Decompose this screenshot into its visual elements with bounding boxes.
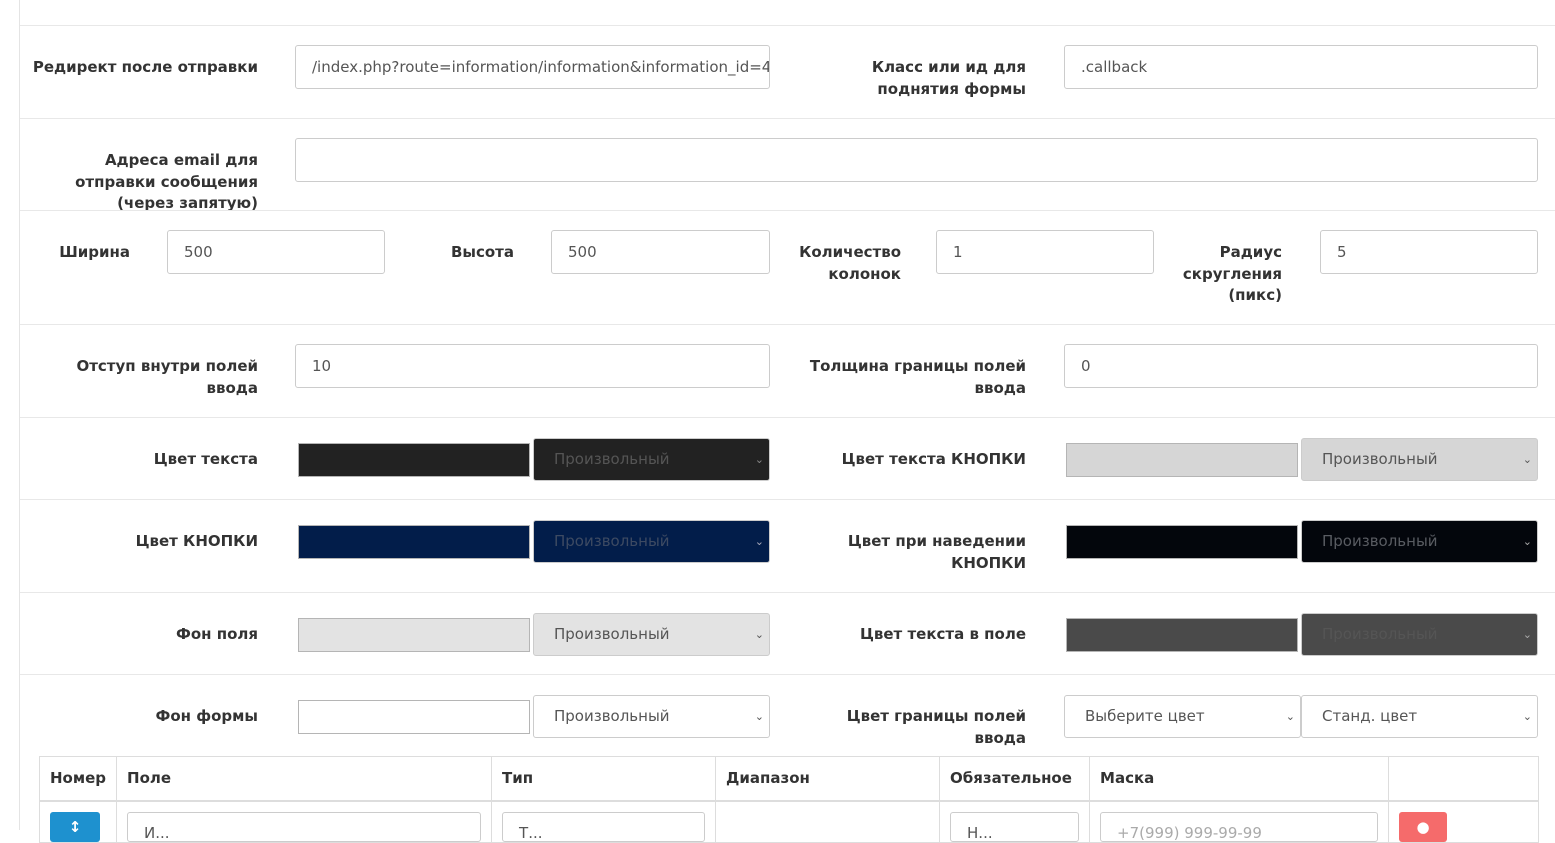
- button-text-color-label: Цвет текста КНОПКИ: [841, 450, 1026, 468]
- row-redirect: Редирект после отправки /index.php?route…: [20, 25, 1555, 118]
- row-button-colors: Цвет КНОПКИ Произвольный ⌄ Цвет при наве…: [20, 499, 1555, 592]
- chevron-down-icon: ⌄: [754, 710, 764, 723]
- columns-input[interactable]: 1: [936, 230, 1154, 274]
- cell-number: ↕: [38, 800, 118, 843]
- field-text-color-select-value: Произвольный: [1322, 625, 1438, 643]
- cell-field: И...: [116, 800, 493, 843]
- col-required: Обязательное: [939, 756, 1091, 802]
- button-text-color-swatch[interactable]: [1066, 443, 1298, 477]
- field-text-color-select[interactable]: Произвольный ⌄: [1301, 613, 1538, 656]
- columns-label: Количество колонок: [799, 243, 901, 283]
- button-color-swatch[interactable]: [298, 525, 530, 559]
- field-bg-swatch[interactable]: [298, 618, 530, 652]
- hover-color-select-value: Произвольный: [1322, 532, 1438, 550]
- chevron-down-icon: ⌄: [1285, 710, 1295, 723]
- redirect-label: Редирект после отправки: [32, 58, 258, 76]
- button-text-color-select-value: Произвольный: [1322, 450, 1438, 468]
- text-color-select-value: Произвольный: [554, 450, 670, 468]
- field-bg-select[interactable]: Произвольный ⌄: [533, 613, 770, 656]
- emails-input[interactable]: [295, 138, 1538, 182]
- table-header-row: Номер Поле Тип Диапазон Обязательное Мас…: [38, 756, 1540, 802]
- field-bg-select-value: Произвольный: [554, 625, 670, 643]
- redirect-input[interactable]: /index.php?route=information/information…: [295, 45, 770, 89]
- width-input[interactable]: 500: [167, 230, 385, 274]
- border-color-select[interactable]: Выберите цвет ⌄: [1064, 695, 1301, 738]
- cell-actions: ●: [1388, 800, 1540, 843]
- cell-type: Т...: [491, 800, 717, 843]
- trigger-input[interactable]: .callback: [1064, 45, 1538, 89]
- radius-label: Радиус скругления (пикс): [1182, 243, 1282, 304]
- border-width-label: Толщина границы полей ввода: [809, 357, 1026, 397]
- arrow-icon: ↕: [68, 817, 82, 836]
- button-color-select[interactable]: Произвольный ⌄: [533, 520, 770, 563]
- emails-label: Адреса email для отправки сообщения (чер…: [75, 151, 258, 212]
- button-color-select-value: Произвольный: [554, 532, 670, 550]
- col-range: Диапазон: [715, 756, 941, 802]
- field-type-select[interactable]: Т...: [502, 811, 706, 842]
- text-color-swatch[interactable]: [298, 443, 530, 477]
- hover-color-select[interactable]: Произвольный ⌄: [1301, 520, 1538, 563]
- required-select[interactable]: Н...: [950, 811, 1080, 842]
- border-width-input[interactable]: 0: [1064, 344, 1538, 388]
- hover-color-swatch[interactable]: [1066, 525, 1298, 559]
- padding-input[interactable]: 10: [295, 344, 770, 388]
- chevron-down-icon: ⌄: [754, 628, 764, 641]
- move-button[interactable]: ↕: [50, 811, 100, 842]
- width-label: Ширина: [59, 243, 130, 261]
- chevron-down-icon: ⌄: [754, 535, 764, 548]
- field-name-input[interactable]: И...: [127, 811, 482, 842]
- text-color-select[interactable]: Произвольный ⌄: [533, 438, 770, 481]
- hover-color-label: Цвет при наведении КНОПКИ: [847, 532, 1026, 572]
- row-emails: Адреса email для отправки сообщения (чер…: [20, 118, 1555, 212]
- field-bg-label: Фон поля: [175, 625, 258, 643]
- chevron-down-icon: ⌄: [1522, 535, 1532, 548]
- settings-panel: Редирект после отправки /index.php?route…: [19, 0, 1555, 843]
- chevron-down-icon: ⌄: [1522, 710, 1532, 723]
- chevron-down-icon: ⌄: [1522, 453, 1532, 466]
- radius-input[interactable]: 5: [1320, 230, 1538, 274]
- border-color-select-value: Выберите цвет: [1085, 707, 1205, 725]
- col-type: Тип: [491, 756, 717, 802]
- row-padding: Отступ внутри полей ввода 10 Толщина гра…: [20, 324, 1555, 417]
- form-bg-swatch[interactable]: [298, 700, 530, 734]
- cell-required: Н...: [939, 800, 1091, 843]
- border-color-mode-select[interactable]: Станд. цвет ⌄: [1301, 695, 1538, 738]
- button-text-color-select[interactable]: Произвольный ⌄: [1301, 438, 1538, 481]
- minus-circle-icon: ●: [1416, 817, 1430, 836]
- col-number: Номер: [38, 756, 118, 802]
- form-bg-label: Фон формы: [155, 707, 258, 725]
- row-form-colors: Фон формы Произвольный ⌄ Цвет границы по…: [20, 674, 1555, 756]
- height-label: Высота: [450, 243, 514, 261]
- row-field-colors: Фон поля Произвольный ⌄ Цвет текста в по…: [20, 592, 1555, 674]
- row-text-colors: Цвет текста Произвольный ⌄ Цвет текста К…: [20, 417, 1555, 499]
- trigger-label: Класс или ид для поднятия формы: [871, 58, 1026, 98]
- button-color-label: Цвет КНОПКИ: [135, 532, 258, 550]
- border-color-label: Цвет границы полей ввода: [846, 707, 1026, 747]
- delete-button[interactable]: ●: [1399, 811, 1448, 842]
- chevron-down-icon: ⌄: [754, 453, 764, 466]
- form-bg-select[interactable]: Произвольный ⌄: [533, 695, 770, 738]
- text-color-label: Цвет текста: [153, 450, 258, 468]
- chevron-down-icon: ⌄: [1522, 628, 1532, 641]
- padding-label: Отступ внутри полей ввода: [76, 357, 258, 397]
- cell-mask: +7(999) 999-99-99: [1089, 800, 1390, 843]
- form-bg-select-value: Произвольный: [554, 707, 670, 725]
- col-field: Поле: [116, 756, 493, 802]
- mask-input[interactable]: +7(999) 999-99-99: [1100, 811, 1379, 842]
- row-dimensions: Ширина 500 Высота 500 Количество колонок…: [20, 210, 1555, 324]
- height-input[interactable]: 500: [551, 230, 770, 274]
- table-row: ↕ И... Т... Н... +7(999) 999-99-99 ●: [38, 800, 1540, 843]
- cell-range: [715, 800, 941, 843]
- field-text-color-label: Цвет текста в поле: [859, 625, 1026, 643]
- field-text-color-swatch[interactable]: [1066, 618, 1298, 652]
- col-mask: Маска: [1089, 756, 1390, 802]
- border-color-mode-value: Станд. цвет: [1322, 707, 1418, 725]
- col-actions: [1388, 756, 1540, 802]
